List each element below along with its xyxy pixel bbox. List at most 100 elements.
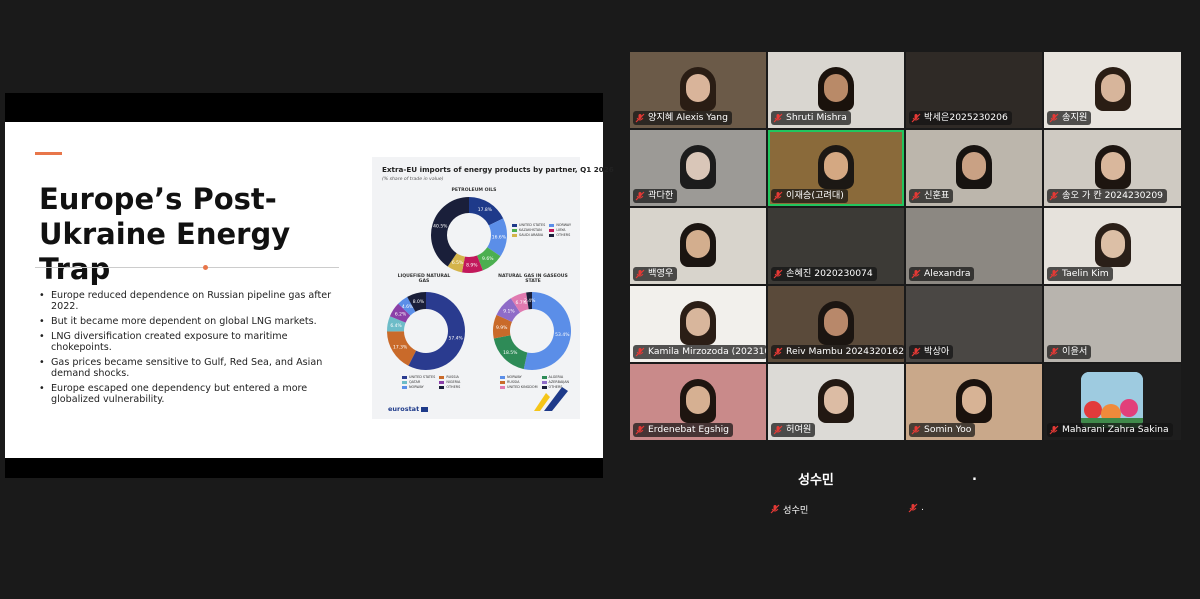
participant-tile[interactable]: 양지혜 Alexis Yang bbox=[630, 52, 766, 128]
legend-entry: OTHERS bbox=[439, 385, 460, 389]
legend-entry: NIGERIA bbox=[439, 380, 460, 384]
bullet-glyph: • bbox=[39, 290, 45, 301]
slice-label: 2.4% bbox=[524, 298, 536, 304]
legend-swatch bbox=[512, 228, 517, 232]
slide-title: Europe’s Post-Ukraine Energy Trap bbox=[39, 182, 291, 286]
participant-tile[interactable]: 손혜진 2020230074 bbox=[768, 208, 904, 284]
divider-dot bbox=[203, 265, 208, 270]
muted-mic-icon bbox=[1049, 347, 1059, 357]
participant-face bbox=[824, 152, 848, 180]
participant-tile[interactable]: 허여원 bbox=[768, 364, 904, 440]
slice-label: 57.4% bbox=[449, 336, 464, 342]
legend-swatch bbox=[549, 228, 555, 232]
muted-mic-icon bbox=[911, 191, 921, 201]
participant-name: Kamila Mirzozoda (202310... bbox=[648, 346, 766, 357]
muted-mic-icon bbox=[635, 191, 645, 201]
muted-mic-icon bbox=[635, 113, 645, 123]
participant-tile[interactable]: Reiv Mambu 2024320162 bbox=[768, 286, 904, 362]
muted-mic-icon bbox=[773, 269, 783, 279]
participant-name: 박상아 bbox=[924, 346, 950, 357]
participant-tile[interactable]: 이윤서 bbox=[1044, 286, 1181, 362]
infographic-subtitle: (% share of trade in value) bbox=[382, 177, 444, 182]
participant-label: Taelin Kim bbox=[1047, 267, 1113, 281]
slice-label: 8.0% bbox=[413, 299, 425, 305]
participant-tile[interactable]: 이재승(고려대) bbox=[768, 130, 904, 206]
participant-tile[interactable]: Kamila Mirzozoda (202310... bbox=[630, 286, 766, 362]
participant-name: Maharani Zahra Sakina bbox=[1062, 424, 1169, 435]
bullet-item: • But it became more dependent on global … bbox=[39, 316, 339, 327]
participant-tile[interactable]: 곽다한 bbox=[630, 130, 766, 206]
muted-mic-icon bbox=[635, 347, 645, 357]
participant-label: Alexandra bbox=[909, 267, 975, 281]
mini-tile-label[interactable]: . bbox=[908, 502, 924, 513]
legend-label: LIBYA bbox=[556, 228, 566, 232]
accent-bar bbox=[35, 152, 62, 155]
participant-tile[interactable]: 박상아 bbox=[906, 286, 1042, 362]
participant-tile[interactable]: 송오 가 칸 2024230209 bbox=[1044, 130, 1181, 206]
legend-swatch bbox=[549, 223, 555, 227]
participant-tile[interactable]: Somin Yoo bbox=[906, 364, 1042, 440]
legend-swatch bbox=[549, 233, 555, 237]
participant-tile[interactable]: 송지원 bbox=[1044, 52, 1181, 128]
participant-tile[interactable]: Taelin Kim bbox=[1044, 208, 1181, 284]
legend-swatch bbox=[512, 233, 517, 237]
speaker-name: 성수민 bbox=[798, 473, 834, 488]
legend-swatch bbox=[500, 385, 505, 389]
bullet-text: Gas prices became sensitive to Gulf, Red… bbox=[51, 357, 323, 379]
infographic-title: Extra-EU imports of energy products by p… bbox=[382, 165, 614, 174]
participant-label: 신훈표 bbox=[909, 189, 954, 203]
bullet-list: • Europe reduced dependence on Russian pi… bbox=[39, 290, 339, 409]
participant-label: 백영우 bbox=[633, 267, 678, 281]
slice-label: 40.5% bbox=[433, 224, 448, 230]
muted-mic-icon bbox=[635, 269, 645, 279]
shared-screen: Europe’s Post-Ukraine Energy Trap • Europ… bbox=[5, 93, 614, 478]
legend-label: NORWAY bbox=[409, 385, 424, 389]
participant-name: 송지원 bbox=[1062, 112, 1088, 123]
legend-label: RUSSIA bbox=[507, 380, 520, 384]
participant-name: 양지혜 Alexis Yang bbox=[648, 112, 728, 123]
participant-name: Taelin Kim bbox=[1062, 268, 1109, 279]
legend-label: NORWAY bbox=[556, 223, 572, 227]
legend-entry: UNITED STATES bbox=[512, 223, 545, 227]
lng-heading: LIQUEFIED NATURAL GAS bbox=[397, 274, 451, 284]
mini-tile-label[interactable]: 성수민 bbox=[770, 502, 808, 516]
muted-mic-icon bbox=[1049, 191, 1059, 201]
legend-swatch bbox=[541, 375, 547, 379]
participant-label: 이재승(고려대) bbox=[771, 189, 848, 203]
legend-entry: NORWAY bbox=[500, 375, 538, 379]
participant-tile[interactable]: 박세은2025230206 bbox=[906, 52, 1042, 128]
bullet-text: Europe reduced dependence on Russian pip… bbox=[51, 290, 332, 312]
participant-label: 박세은2025230206 bbox=[909, 111, 1012, 125]
bullet-text: LNG diversification created exposure to … bbox=[51, 331, 288, 353]
participant-face bbox=[962, 386, 986, 414]
participant-tile[interactable]: Alexandra bbox=[906, 208, 1042, 284]
participant-label: Erdenebat Egshig bbox=[633, 423, 733, 437]
participant-label: 곽다한 bbox=[633, 189, 678, 203]
participant-tile[interactable]: 신훈표 bbox=[906, 130, 1042, 206]
legend-label: UNITED STATES bbox=[519, 223, 546, 227]
slice-label: 53.4% bbox=[555, 332, 570, 338]
participant-name: 백영우 bbox=[648, 268, 674, 279]
mini-label-text: 성수민 bbox=[783, 505, 809, 516]
participant-tile[interactable]: Maharani Zahra Sakina bbox=[1044, 364, 1181, 440]
participant-name: 박세은2025230206 bbox=[924, 112, 1008, 123]
gas-donut: 53.4%18.5%9.9%9.1%6.7%2.4% bbox=[493, 292, 571, 370]
participant-face bbox=[686, 74, 710, 102]
muted-mic-icon bbox=[773, 113, 783, 123]
participant-tile[interactable]: 백영우 bbox=[630, 208, 766, 284]
legend-entry: ALGERIA bbox=[541, 375, 570, 379]
bullet-text: But it became more dependent on global L… bbox=[51, 316, 317, 327]
legend-entry: NORWAY bbox=[402, 385, 435, 389]
participant-tile[interactable]: Erdenebat Egshig bbox=[630, 364, 766, 440]
participant-tile[interactable]: Shruti Mishra bbox=[768, 52, 904, 128]
presentation-slide: Europe’s Post-Ukraine Energy Trap • Europ… bbox=[5, 122, 614, 458]
title-divider bbox=[35, 267, 339, 268]
muted-mic-icon bbox=[911, 269, 921, 279]
legend-swatch bbox=[512, 223, 517, 227]
lng-legend: UNITED STATES RUSSIA QATAR NIGERIA NORWAY OTH… bbox=[402, 375, 460, 389]
slice-label: 16.6% bbox=[492, 235, 507, 241]
participant-name: 허여원 bbox=[786, 424, 812, 435]
participant-name: Reiv Mambu 2024320162 bbox=[786, 346, 904, 357]
participant-name: 손혜진 2020230074 bbox=[786, 268, 873, 279]
participant-label: 손혜진 2020230074 bbox=[771, 267, 877, 281]
